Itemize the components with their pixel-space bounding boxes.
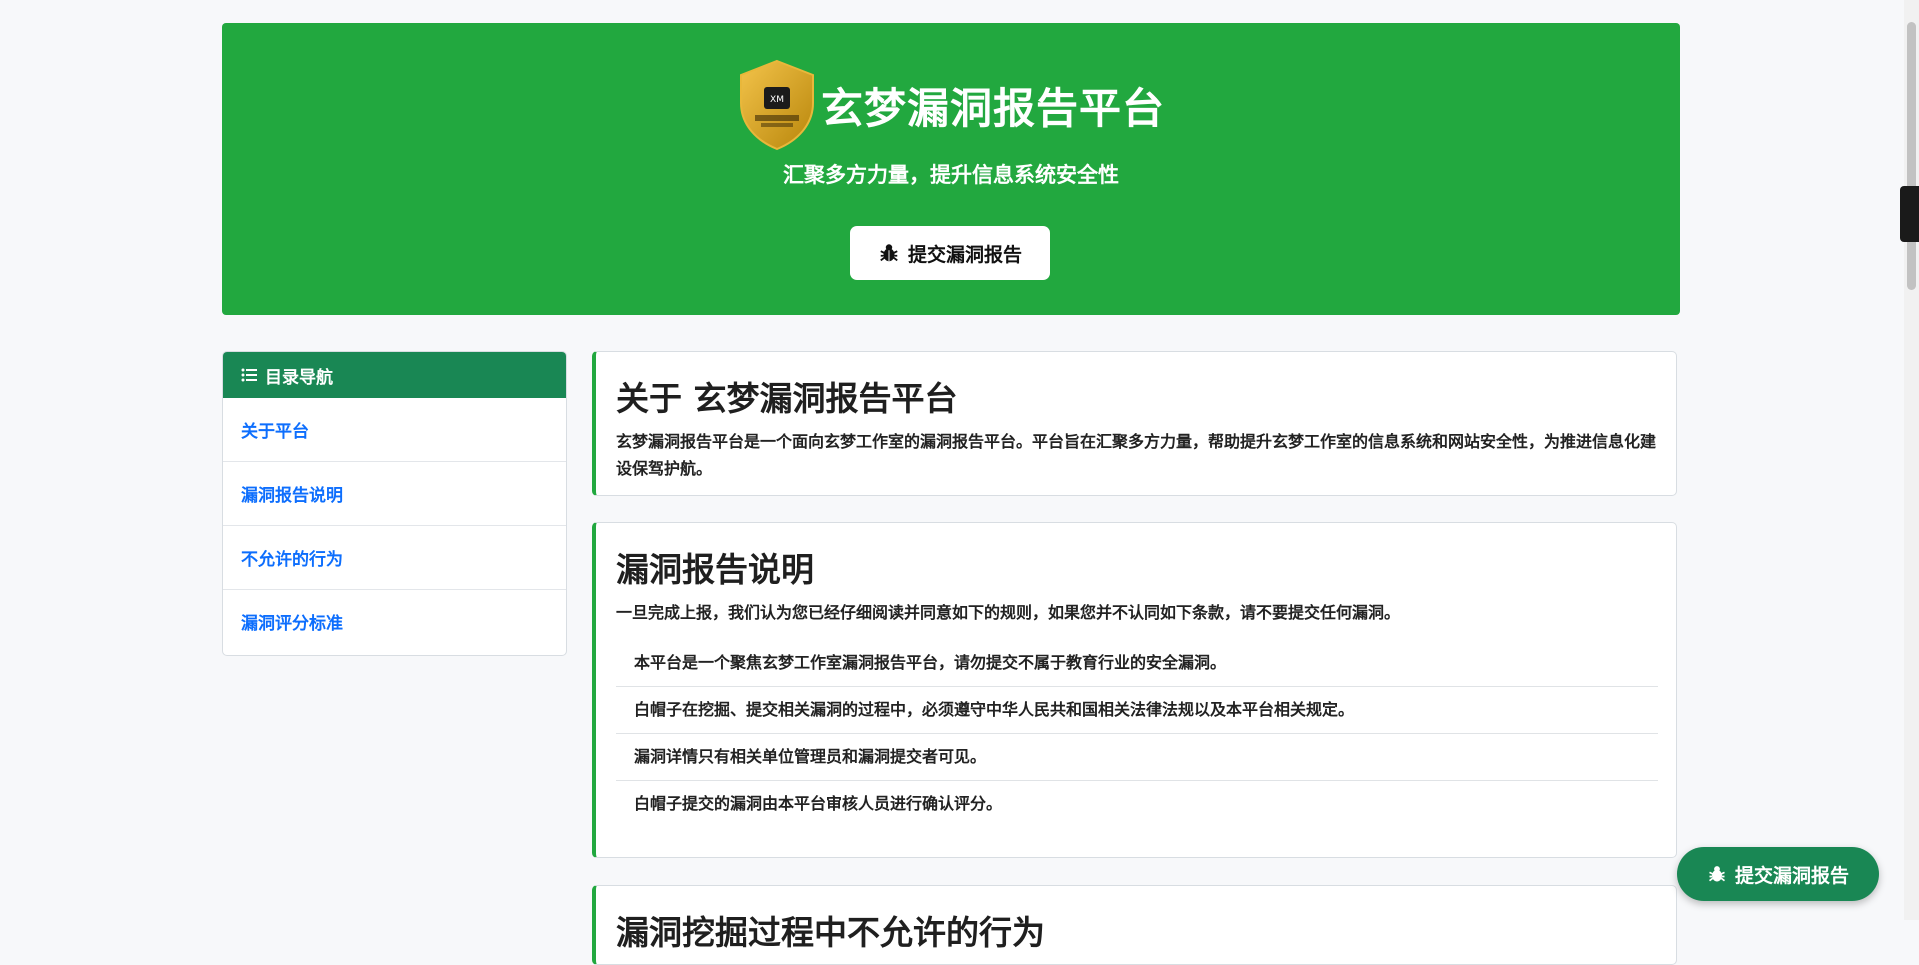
disallowed-title: 漏洞挖掘过程中不允许的行为 [616, 913, 1045, 952]
toc-header-label: 目录导航 [265, 367, 333, 388]
bug-icon [880, 244, 898, 262]
about-title: 关于 玄梦漏洞报告平台 [616, 379, 958, 418]
sidebar-item-disallowed[interactable]: 不允许的行为 [223, 526, 566, 590]
submit-report-button-label: 提交漏洞报告 [907, 243, 1022, 266]
about-card: 关于 玄梦漏洞报告平台 玄梦漏洞报告平台是一个面向玄梦工作室的漏洞报告平台。平台… [592, 351, 1677, 496]
page-scrollbar[interactable] [1904, 0, 1919, 920]
shield-logo-icon: XM [739, 59, 814, 151]
rules-list: 本平台是一个聚焦玄梦工作室漏洞报告平台，请勿提交不属于教育行业的安全漏洞。 白帽… [616, 640, 1658, 827]
list-item: 白帽子提交的漏洞由本平台审核人员进行确认评分。 [634, 794, 1003, 813]
list-item: 本平台是一个聚焦玄梦工作室漏洞报告平台，请勿提交不属于教育行业的安全漏洞。 [616, 640, 1658, 687]
hero-banner: XM 玄梦漏洞报告平台 汇聚多方力量，提升信息系统安全性 提交漏洞报告 [222, 23, 1680, 315]
report-guide-intro: 一旦完成上报，我们认为您已经仔细阅读并同意如下的规则，如果您并不认同如下条款，请… [616, 603, 1401, 622]
side-extension-tab[interactable] [1900, 186, 1919, 242]
list-item: 漏洞详情只有相关单位管理员和漏洞提交者可见。 [616, 734, 1658, 781]
bug-icon [1708, 866, 1725, 882]
svg-text:XM: XM [770, 95, 784, 105]
toc-sidebar: 目录导航 关于平台 漏洞报告说明 不允许的行为 漏洞评分标准 [222, 351, 567, 656]
report-guide-card: 漏洞报告说明 一旦完成上报，我们认为您已经仔细阅读并同意如下的规则，如果您并不认… [592, 522, 1677, 858]
sidebar-item-about[interactable]: 关于平台 [223, 398, 566, 462]
floating-submit-button-label: 提交漏洞报告 [1734, 864, 1849, 887]
list-icon [241, 368, 257, 382]
scrollbar-thumb[interactable] [1907, 22, 1916, 290]
about-text: 玄梦漏洞报告平台是一个面向玄梦工作室的漏洞报告平台。平台旨在汇聚多方力量，帮助提… [616, 432, 1657, 478]
sidebar-item-report-guide[interactable]: 漏洞报告说明 [223, 462, 566, 526]
list-item: 白帽子在挖掘、提交相关漏洞的过程中，必须遵守中华人民共和国相关法律法规以及本平台… [616, 687, 1658, 734]
hero-title: 玄梦漏洞报告平台 [820, 83, 1165, 133]
report-guide-title: 漏洞报告说明 [616, 550, 814, 589]
disallowed-card: 漏洞挖掘过程中不允许的行为 [592, 885, 1677, 965]
hero-title-row: XM 玄梦漏洞报告平台 [222, 59, 1680, 151]
hero-subtitle: 汇聚多方力量，提升信息系统安全性 [783, 163, 1119, 187]
sidebar-item-scoring[interactable]: 漏洞评分标准 [223, 590, 566, 653]
toc-header: 目录导航 [223, 352, 566, 398]
submit-report-button[interactable]: 提交漏洞报告 [850, 226, 1050, 280]
floating-submit-button[interactable]: 提交漏洞报告 [1677, 847, 1879, 901]
